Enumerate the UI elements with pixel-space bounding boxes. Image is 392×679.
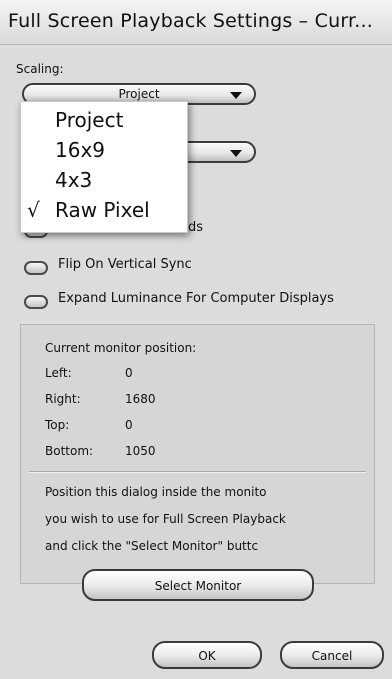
monitor-heading: Current monitor position: [45, 341, 197, 355]
ok-label: OK [198, 649, 216, 663]
menu-item-project[interactable]: Project [21, 106, 187, 136]
expand-luminance-checkbox[interactable] [24, 295, 48, 309]
flip-vertical-sync-checkbox[interactable] [24, 261, 48, 275]
instruction-line: you wish to use for Full Screen Playback [45, 512, 286, 526]
select-monitor-label: Select Monitor [154, 579, 242, 593]
menu-item-raw-pixel[interactable]: √ Raw Pixel [21, 196, 187, 226]
divider [29, 471, 366, 473]
ok-button[interactable]: OK [152, 641, 262, 669]
scaling-selected-value: Project [118, 87, 160, 101]
left-value: 0 [125, 366, 133, 380]
menu-item-label: 4x3 [55, 168, 93, 192]
expand-luminance-label: Expand Luminance For Computer Displays [58, 291, 334, 306]
right-value: 1680 [125, 392, 156, 406]
window-title: Full Screen Playback Settings – Curr... [8, 10, 373, 32]
top-value: 0 [125, 418, 133, 432]
cancel-label: Cancel [311, 649, 353, 663]
scaling-label: Scaling: [16, 62, 64, 76]
cancel-button[interactable]: Cancel [280, 641, 384, 669]
left-label: Left: [45, 366, 72, 380]
menu-item-label: 16x9 [55, 138, 106, 162]
instruction-line: and click the "Select Monitor" buttc [45, 539, 259, 553]
instruction-line: Position this dialog inside the monito [45, 485, 267, 499]
select-monitor-button[interactable]: Select Monitor [82, 569, 314, 601]
monitor-position-group: Current monitor position: Left: 0 Right:… [20, 324, 375, 584]
display-fields-label: ds [188, 220, 204, 235]
right-label: Right: [45, 392, 81, 406]
top-label: Top: [45, 418, 70, 432]
menu-item-4x3[interactable]: 4x3 [21, 166, 187, 196]
menu-item-label: Project [55, 108, 124, 132]
checkmark-icon: √ [27, 198, 40, 222]
chevron-down-icon [230, 150, 242, 157]
bottom-value: 1050 [125, 444, 156, 458]
scaling-dropdown-menu[interactable]: Project 16x9 4x3 √ Raw Pixel [20, 101, 188, 233]
chevron-down-icon [230, 92, 242, 99]
bottom-label: Bottom: [45, 444, 94, 458]
title-bar[interactable]: Full Screen Playback Settings – Curr... [0, 0, 392, 45]
menu-item-label: Raw Pixel [55, 198, 150, 222]
flip-vertical-sync-label: Flip On Vertical Sync [58, 257, 192, 272]
menu-item-16x9[interactable]: 16x9 [21, 136, 187, 166]
